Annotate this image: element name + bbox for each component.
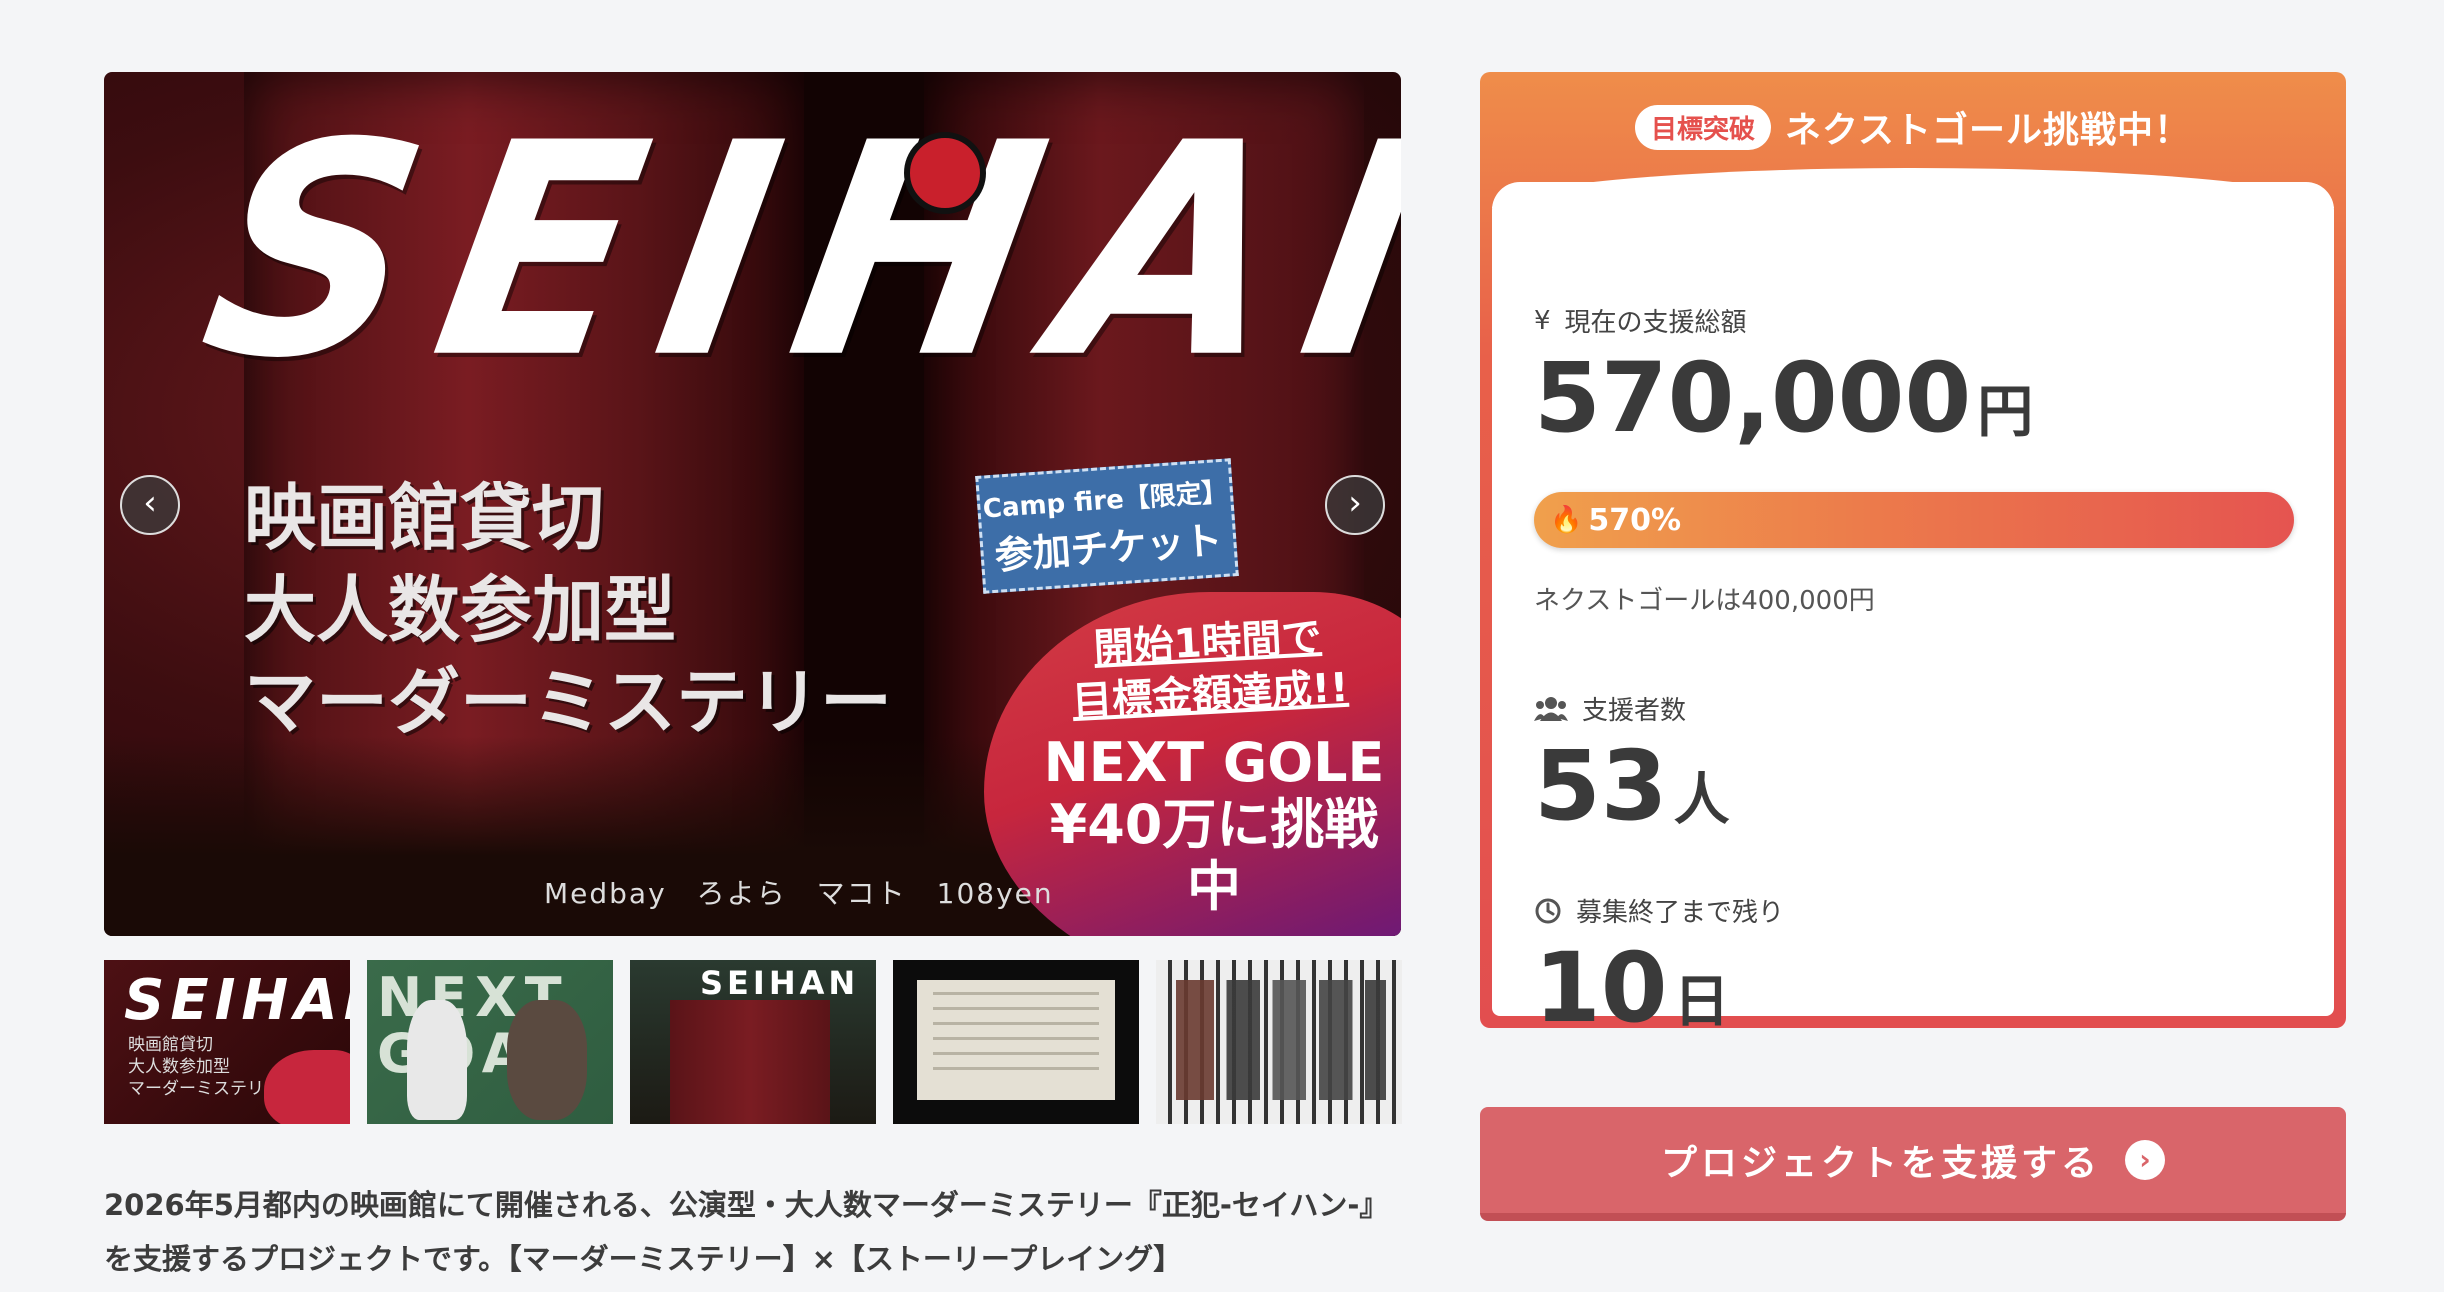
promo-achieved-text: 開始1時間で 目標金額達成!! — [1042, 608, 1377, 729]
thumbnail-title: 映画館貸切 大人数参加型 マーダーミステリー — [128, 1034, 281, 1100]
thumbnail-title-line: 映画館貸切 — [128, 1035, 213, 1055]
hero-logo: SEIHAN — [183, 80, 1401, 424]
progress-bar: 🔥 570% — [1534, 492, 2294, 548]
thumbnail-title-line: 大人数参加型 — [128, 1057, 230, 1077]
thumbnail-logo: SEIHAN — [124, 968, 350, 1033]
remaining-label: 募集終了まで残り — [1576, 898, 1785, 928]
hero-title-line: 大人数参加型 — [244, 567, 677, 652]
thumbnail-strip: SEIHAN 映画館貸切 大人数参加型 マーダーミステリー NEXT GOAL … — [104, 960, 1402, 1124]
hero-title-line: マーダーミステリー — [244, 659, 893, 744]
remaining-label-row: 募集終了まで残り — [1534, 892, 1784, 929]
promo-line: ¥40万に挑戦中 — [1049, 793, 1379, 918]
thumbnail-screen — [917, 980, 1115, 1100]
yen-icon: ¥ — [1534, 305, 1551, 336]
hero-credits: Medbay ろよら マコト 108yen — [544, 877, 1054, 910]
backers-unit: 人 — [1673, 768, 1730, 833]
amount-label: 現在の支援総額 — [1564, 308, 1747, 338]
carousel-next-button[interactable]: › — [1325, 475, 1385, 535]
card-header: 目標突破 ネクストゴール挑戦中！ — [1480, 72, 2346, 182]
goal-reached-badge: 目標突破 — [1635, 104, 1772, 150]
remaining-display: 10 日 — [1534, 932, 1730, 1044]
progress-fill: 🔥 570% — [1534, 492, 2294, 548]
remaining-value: 10 — [1534, 932, 1668, 1044]
rabbit-figure — [407, 1000, 467, 1120]
thumbnail-5[interactable] — [1156, 960, 1402, 1124]
thumbnail-3[interactable]: SEIHAN — [630, 960, 876, 1124]
flame-icon: 🔥 — [1550, 505, 1583, 535]
card-body: ¥ 現在の支援総額 570,000 円 🔥 570% ネクストゴールは400,00… — [1492, 168, 2334, 1044]
funding-stats-card: 目標突破 ネクストゴール挑戦中！ ¥ 現在の支援総額 570,000 円 🔥 57… — [1480, 72, 2346, 1044]
progress-percent: 570% — [1588, 502, 1682, 538]
ticket-tag: Camp fire【限定】 参加チケット — [975, 458, 1239, 594]
amount-label-row: ¥ 現在の支援総額 — [1534, 302, 1747, 339]
thumbnail-title-line: マーダーミステリー — [128, 1079, 281, 1099]
carousel-prev-button[interactable]: ‹ — [120, 475, 180, 535]
promo-line: NEXT GOLE — [1043, 731, 1385, 794]
clock-icon — [1535, 898, 1561, 923]
backers-label: 支援者数 — [1582, 696, 1687, 726]
amount-unit: 円 — [1977, 380, 2034, 445]
backers-value: 53 — [1534, 730, 1668, 842]
backers-display: 53 人 — [1534, 730, 1730, 842]
thumbnail-2[interactable]: NEXT GOAL — [367, 960, 613, 1124]
chevron-right-circle-icon: › — [2125, 1140, 2165, 1180]
next-goal-headline: ネクストゴール挑戦中！ — [1785, 110, 2191, 151]
thumbnail-1[interactable]: SEIHAN 映画館貸切 大人数参加型 マーダーミステリー — [104, 960, 350, 1124]
project-description: 2026年5月都内の映画館にて開催される、公演型・大人数マーダーミステリー『正犯… — [104, 1188, 1389, 1276]
thumbnail-people — [1176, 980, 1386, 1100]
support-button-label: プロジェクトを支援する — [1660, 1143, 2101, 1184]
bear-figure — [507, 1000, 587, 1120]
promo-next-goal-text: NEXT GOLE ¥40万に挑戦中 — [1034, 732, 1394, 918]
next-goal-text: ネクストゴールは400,000円 — [1534, 586, 1875, 616]
support-project-button[interactable]: プロジェクトを支援する › — [1480, 1107, 2346, 1221]
thumbnail-logo: SEIHAN — [700, 964, 860, 1002]
project-main-image[interactable]: SEIHAN 映画館貸切 大人数参加型 マーダーミステリー Camp fire【… — [104, 72, 1401, 936]
hero-title-line: 映画館貸切 — [244, 475, 605, 560]
logo-accent-icon — [904, 132, 986, 214]
thumbnail-door — [670, 1000, 830, 1124]
amount-value: 570,000 — [1534, 342, 1972, 454]
thumbnail-4[interactable] — [893, 960, 1139, 1124]
users-icon — [1534, 696, 1568, 721]
remaining-unit: 日 — [1673, 970, 1730, 1035]
amount-display: 570,000 円 — [1534, 342, 2033, 454]
backers-label-row: 支援者数 — [1534, 690, 1686, 727]
hero-title: 映画館貸切 大人数参加型 マーダーミステリー — [244, 472, 892, 748]
